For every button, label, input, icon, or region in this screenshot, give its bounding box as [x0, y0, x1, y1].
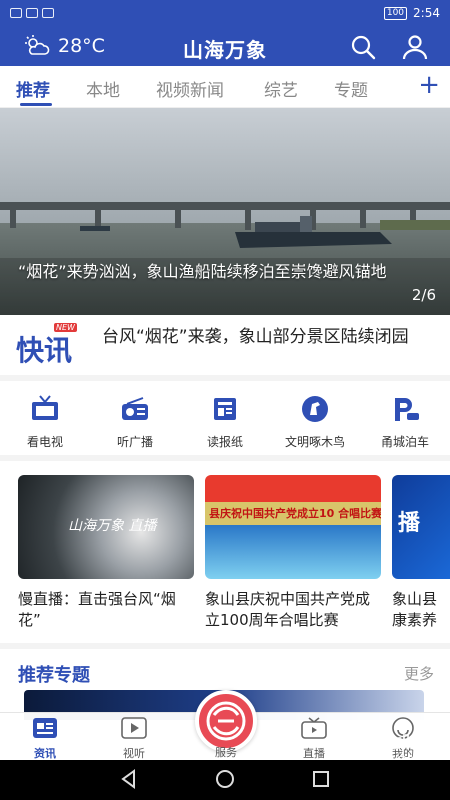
shortcut-woodpecker[interactable]: 文明啄木鸟	[270, 395, 360, 450]
clock: 2:54	[413, 6, 440, 20]
nav-service-label: 服务	[215, 746, 237, 759]
app-header: 28°C 山海万象	[0, 26, 450, 66]
tab-local[interactable]: 本地	[86, 76, 120, 101]
play-icon	[121, 717, 147, 739]
video-card-title[interactable]: 象山县康素养	[392, 589, 450, 633]
nav-service-button[interactable]	[195, 690, 257, 752]
wifi-icon	[26, 8, 38, 18]
flash-news[interactable]: 快讯 NEW 台风“烟花”来袭，象山部分景区陆续闭园	[0, 315, 450, 381]
news-icon	[33, 718, 57, 738]
video-thumbnail: 山海万象 直播	[18, 475, 194, 579]
woodpecker-icon	[302, 396, 328, 422]
video-card[interactable]: 播 象山县康素养	[392, 475, 450, 633]
video-card-title[interactable]: 慢直播：直击强台风“烟花”	[18, 589, 194, 633]
recents-icon[interactable]	[310, 768, 332, 790]
category-tabs: 推荐 本地 视频新闻 综艺 专题 +	[0, 66, 450, 108]
shortcut-grid: 看电视 听广播 读报纸 文明啄木鸟 甬城泊车	[0, 381, 450, 461]
shortcut-newspaper[interactable]: 读报纸	[180, 395, 270, 450]
section-title: 推荐专题	[18, 665, 90, 686]
video-thumbnail: 县庆祝中国共产党成立10 合唱比赛	[205, 475, 381, 579]
video-thumbnail: 播	[392, 475, 450, 579]
video-cards: 山海万象 直播 慢直播：直击强台风“烟花” 县庆祝中国共产党成立10 合唱比赛 …	[0, 461, 450, 643]
user-icon[interactable]	[402, 34, 428, 60]
flash-news-text[interactable]: 台风“烟花”来袭，象山部分景区陆续闭园	[102, 325, 422, 349]
tab-recommend[interactable]: 推荐	[16, 76, 50, 101]
signal-icon	[10, 8, 22, 18]
more-link[interactable]: 更多	[404, 663, 434, 684]
app-title: 山海万象	[183, 38, 267, 62]
video-card[interactable]: 县庆祝中国共产党成立10 合唱比赛 象山县庆祝中国共产党成立100周年合唱比赛	[205, 475, 381, 633]
nav-video[interactable]: 视听	[104, 717, 164, 761]
video-card[interactable]: 山海万象 直播 慢直播：直击强台风“烟花”	[18, 475, 194, 633]
newspaper-icon	[214, 398, 236, 420]
status-bar: 100 2:54	[0, 0, 450, 26]
nav-news[interactable]: 资讯	[15, 717, 75, 761]
parking-icon	[395, 398, 419, 421]
hero-carousel[interactable]: “烟花”来势汹汹，象山渔船陆续移泊至崇馋避风锚地 2/6	[0, 108, 450, 315]
back-icon[interactable]	[118, 768, 140, 790]
tab-topics[interactable]: 专题	[334, 76, 368, 101]
video-card-title[interactable]: 象山县庆祝中国共产党成立100周年合唱比赛	[205, 589, 381, 633]
flash-news-logo: 快讯	[16, 334, 73, 367]
tab-variety[interactable]: 综艺	[264, 76, 298, 101]
home-icon[interactable]	[214, 768, 236, 790]
new-badge: NEW	[54, 323, 77, 332]
hero-caption[interactable]: “烟花”来势汹汹，象山渔船陆续移泊至崇馋避风锚地	[18, 260, 388, 284]
nav-live[interactable]: 直播	[284, 717, 344, 761]
add-tab-button[interactable]: +	[418, 70, 440, 100]
recommended-topics: 推荐专题 更多	[0, 643, 450, 693]
tab-video-news[interactable]: 视频新闻	[156, 76, 224, 101]
service-icon	[206, 701, 246, 741]
shortcut-parking[interactable]: 甬城泊车	[360, 395, 450, 450]
battery-indicator: 100	[383, 6, 408, 20]
live-tv-icon	[301, 717, 327, 739]
shortcut-watch-tv[interactable]: 看电视	[0, 395, 90, 450]
tv-icon	[32, 395, 58, 420]
notification-icon	[42, 8, 54, 18]
radio-icon	[122, 397, 148, 420]
active-tab-indicator	[20, 103, 52, 106]
system-nav-bar	[0, 760, 450, 800]
carousel-counter: 2/6	[411, 286, 436, 304]
shortcut-radio[interactable]: 听广播	[90, 395, 180, 450]
search-icon[interactable]	[350, 34, 376, 60]
